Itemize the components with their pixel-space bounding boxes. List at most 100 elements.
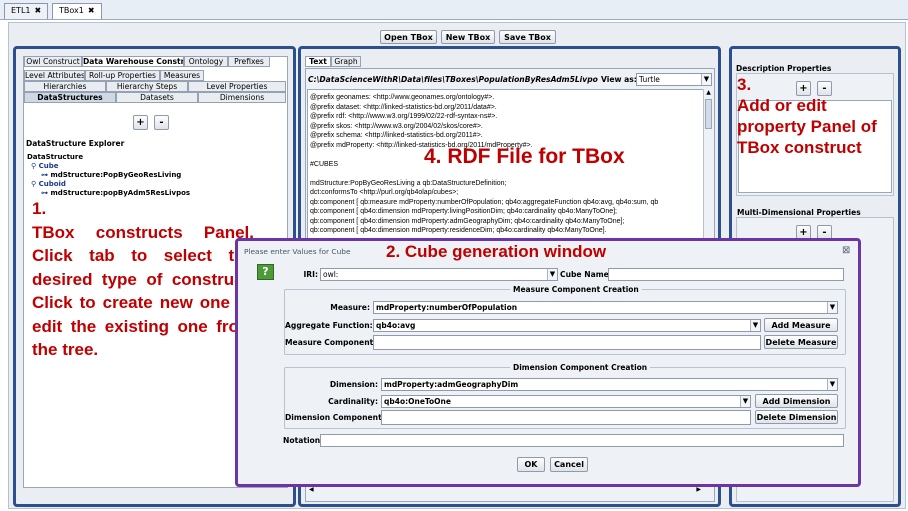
dimension-value: mdProperty:admGeographyDim [384, 380, 519, 389]
tab-tbox1[interactable]: TBox1 ✖ [52, 3, 102, 19]
dimension-label: Dimension: [329, 380, 378, 389]
rdf-line: @prefix skos: <http://www.w3.org/2004/02… [310, 122, 483, 130]
rdf-panel-annotation: 4. RDF File for TBox [424, 145, 625, 168]
scroll-up-icon[interactable]: ▲ [704, 89, 713, 98]
scroll-right-icon[interactable]: ▶ [696, 486, 701, 493]
tree-node-label: Cuboid [38, 180, 66, 188]
tab-text[interactable]: Text [305, 56, 331, 67]
close-icon[interactable]: ✖ [35, 6, 42, 15]
rdf-line: @prefix schema: <http://linked-statistic… [310, 132, 483, 139]
cardinality-select[interactable]: qb4o:OneToOne ▼ [381, 395, 751, 408]
delete-measure-button[interactable]: Delete Measure [764, 335, 838, 349]
save-tbox-button[interactable]: Save TBox [499, 30, 556, 44]
measure-components-field[interactable] [373, 335, 761, 350]
tree-node-label: Cube [38, 162, 59, 170]
rdf-line: qb:component [ qb4o:dimension mdProperty… [310, 217, 625, 225]
close-icon[interactable]: ⊠ [842, 245, 850, 256]
tab-label: TBox1 [59, 6, 84, 15]
rdf-line [310, 169, 710, 179]
view-as-select[interactable]: Turtle ▼ [636, 73, 712, 86]
measure-select[interactable]: mdProperty:numberOfPopulation ▼ [373, 301, 838, 314]
tab-level-attributes[interactable]: Level Attributes [24, 70, 85, 81]
rdf-line: qb:component [ qb4o:dimension mdProperty… [310, 208, 618, 215]
rdf-line: mdStructure:PopByGeoResLiving a qb:DataS… [310, 179, 507, 187]
file-tab-bar [0, 0, 908, 20]
tab-hierarchies[interactable]: Hierarchies [24, 81, 106, 92]
tab-hierarchy-steps[interactable]: Hierarchy Steps [106, 81, 188, 92]
tree-node-cube-child[interactable]: ⊶ mdStructure:PopByGeoResLiving [27, 171, 190, 180]
delete-construct-button[interactable]: - [154, 115, 169, 130]
aggregate-function-value: qb4o:avg [376, 321, 416, 330]
add-dimension-button[interactable]: Add Dimension [755, 394, 838, 408]
aggregate-function-select[interactable]: qb4o:avg ▼ [373, 319, 761, 332]
tab-measures[interactable]: Measures [160, 70, 204, 81]
tab-ontology[interactable]: Ontology [184, 56, 228, 67]
view-as-value: Turtle [639, 75, 660, 84]
cube-dialog-annotation: 2. Cube generation window [386, 242, 607, 261]
view-as-label: View as: [601, 75, 637, 84]
tab-owl-construct[interactable]: Owl Construct [24, 56, 82, 67]
scroll-left-icon[interactable]: ◀ [309, 486, 314, 493]
notation-label: Notation: [283, 436, 324, 445]
notation-input[interactable] [320, 434, 844, 447]
chevron-down-icon[interactable]: ▼ [827, 302, 837, 313]
tree-root[interactable]: DataStructure [27, 153, 190, 162]
rdf-line: qb:component [ qb4o:dimension mdProperty… [310, 227, 607, 234]
cube-name-input[interactable] [608, 268, 844, 281]
tab-dimensions[interactable]: Dimensions [198, 92, 286, 103]
tree-node-label: mdStructure:popByAdm5ResLivpos [50, 189, 191, 197]
chevron-down-icon[interactable]: ▼ [827, 379, 837, 390]
measure-label: Measure: [330, 303, 370, 312]
tab-datasets[interactable]: Datasets [116, 92, 198, 103]
tab-label: ETL1 [11, 6, 31, 15]
dimension-select[interactable]: mdProperty:admGeographyDim ▼ [381, 378, 838, 391]
rdf-line: @prefix geonames: <http://www.geonames.o… [310, 94, 495, 101]
iri-value: owl: [323, 270, 339, 279]
file-path: C:\DataScienceWithR\Data\files\TBoxes\Po… [308, 75, 598, 84]
tree-expand-icon[interactable]: ⚲ [31, 180, 39, 188]
add-measure-button[interactable]: Add Measure [764, 318, 838, 332]
tab-graph[interactable]: Graph [331, 56, 361, 67]
iri-label: IRI: [303, 270, 318, 279]
delete-dimension-button[interactable]: Delete Dimension [755, 410, 838, 424]
rdf-line: dct:conformsTo <http://purl.org/qb4olap/… [310, 189, 459, 196]
cardinality-value: qb4o:OneToOne [384, 397, 451, 406]
description-properties-title: Description Properties [736, 64, 832, 73]
help-icon[interactable]: ? [257, 264, 274, 280]
chevron-down-icon[interactable]: ▼ [547, 269, 557, 280]
cube-name-label: Cube Name: [560, 270, 612, 279]
tab-prefixes[interactable]: Prefixes [228, 56, 270, 67]
cardinality-label: Cardinality: [328, 397, 378, 406]
dialog-title: Please enter Values for Cube [244, 247, 351, 256]
chevron-down-icon[interactable]: ▼ [750, 320, 760, 331]
add-construct-button[interactable]: + [133, 115, 148, 130]
tab-rollup-properties[interactable]: Roll-up Properties [85, 70, 160, 81]
dimension-components-field[interactable] [381, 410, 751, 425]
property-panel-annotation: 3. Add or edit property Panel of TBox co… [737, 75, 877, 157]
iri-select[interactable]: owl: ▼ [320, 268, 558, 281]
dimension-components-label: Dimension Components: [285, 413, 390, 422]
tab-level-properties[interactable]: Level Properties [188, 81, 286, 92]
rdf-line: @prefix rdf: <http://www.w3.org/1999/02/… [310, 113, 498, 120]
new-tbox-button[interactable]: New TBox [441, 30, 495, 44]
ok-button[interactable]: OK [517, 457, 545, 472]
close-icon[interactable]: ✖ [88, 6, 95, 15]
measure-value: mdProperty:numberOfPopulation [376, 303, 518, 312]
tree-expand-icon[interactable]: ⚲ [31, 162, 39, 170]
rdf-line: qb:component [ qb:measure mdProperty:num… [310, 198, 659, 206]
measure-section-title: Measure Component Creation [510, 285, 642, 294]
dimension-section-title: Dimension Component Creation [510, 363, 651, 372]
tab-etl1[interactable]: ETL1 ✖ [4, 3, 49, 19]
tab-datastructures[interactable]: DataStructures [24, 92, 116, 103]
cancel-button[interactable]: Cancel [550, 457, 588, 472]
open-tbox-button[interactable]: Open TBox [380, 30, 437, 44]
tree-node-cuboid[interactable]: ⚲ Cuboid [27, 180, 190, 189]
tree-node-label: mdStructure:PopByGeoResLiving [50, 171, 182, 179]
tab-data-warehouse-construct[interactable]: Data Warehouse Construct [82, 56, 184, 67]
explorer-title: DataStructure Explorer [26, 139, 125, 148]
tree-node-cube[interactable]: ⚲ Cube [27, 162, 190, 171]
chevron-down-icon[interactable]: ▼ [740, 396, 750, 407]
scroll-thumb[interactable] [705, 99, 712, 129]
constructs-panel-annotation: 1. TBox constructs Panel. Click tab to s… [32, 199, 254, 359]
chevron-down-icon[interactable]: ▼ [701, 74, 711, 85]
